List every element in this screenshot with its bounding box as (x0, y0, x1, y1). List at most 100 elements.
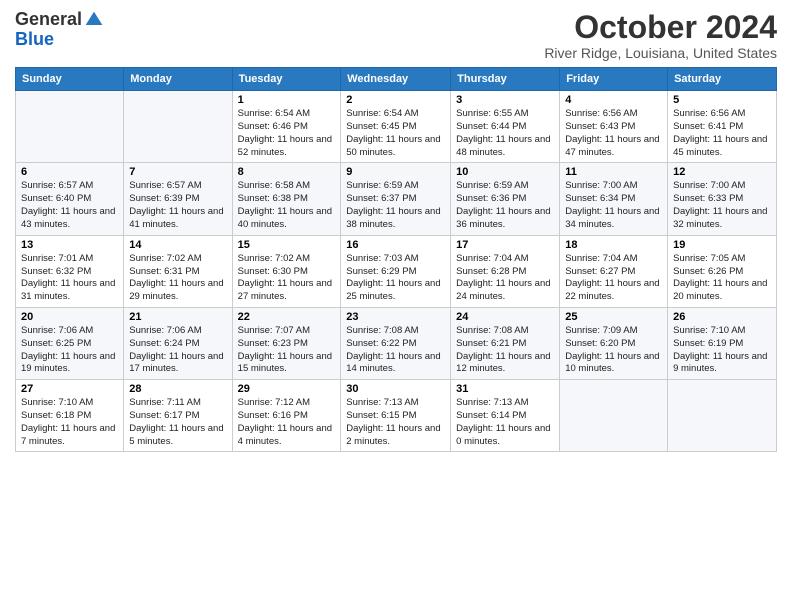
day-info: Sunrise: 6:58 AM Sunset: 6:38 PM Dayligh… (238, 180, 336, 231)
day-number: 13 (21, 239, 118, 251)
day-number: 6 (21, 166, 118, 178)
day-info: Sunrise: 7:10 AM Sunset: 6:18 PM Dayligh… (21, 397, 118, 448)
logo-general-text: General (15, 10, 82, 30)
calendar-day-header: Sunday (16, 68, 124, 91)
calendar-cell: 18Sunrise: 7:04 AM Sunset: 6:27 PM Dayli… (560, 235, 668, 307)
header: General Blue October 2024 River Ridge, L… (15, 10, 777, 61)
calendar-day-header: Wednesday (341, 68, 451, 91)
logo: General Blue (15, 10, 104, 50)
calendar-cell: 26Sunrise: 7:10 AM Sunset: 6:19 PM Dayli… (668, 307, 777, 379)
calendar-cell: 20 Sunrise: 7:06 AM Sunset: 6:25 PM Dayli… (16, 307, 124, 379)
calendar-cell: 22 Sunrise: 7:07 AM Sunset: 6:23 PM Dayli… (232, 307, 341, 379)
day-info: Sunrise: 7:10 AM Sunset: 6:19 PM Dayligh… (673, 325, 771, 376)
day-info: Sunrise: 6:56 AM Sunset: 6:41 PM Dayligh… (673, 108, 771, 159)
calendar-cell: 4Sunrise: 6:56 AM Sunset: 6:43 PM Daylig… (560, 91, 668, 163)
calendar-day-header: Thursday (451, 68, 560, 91)
day-number: 1 (238, 94, 336, 106)
calendar-table: SundayMondayTuesdayWednesdayThursdayFrid… (15, 67, 777, 452)
calendar-cell: 13 Sunrise: 7:01 AM Sunset: 6:32 PM Dayli… (16, 235, 124, 307)
calendar-cell: 25Sunrise: 7:09 AM Sunset: 6:20 PM Dayli… (560, 307, 668, 379)
day-number: 16 (346, 239, 445, 251)
calendar-cell (124, 91, 232, 163)
calendar-cell (16, 91, 124, 163)
day-number: 18 (565, 239, 662, 251)
day-info: Sunrise: 7:07 AM Sunset: 6:23 PM Dayligh… (238, 325, 336, 376)
calendar-cell: 5 Sunrise: 6:56 AM Sunset: 6:41 PM Daylig… (668, 91, 777, 163)
day-info: Sunrise: 7:04 AM Sunset: 6:28 PM Dayligh… (456, 253, 554, 304)
calendar-cell: 21 Sunrise: 7:06 AM Sunset: 6:24 PM Dayli… (124, 307, 232, 379)
day-number: 25 (565, 311, 662, 323)
day-info: Sunrise: 6:56 AM Sunset: 6:43 PM Dayligh… (565, 108, 662, 159)
day-number: 5 (673, 94, 771, 106)
day-number: 10 (456, 166, 554, 178)
day-info: Sunrise: 6:59 AM Sunset: 6:37 PM Dayligh… (346, 180, 445, 231)
day-number: 27 (21, 383, 118, 395)
calendar-cell: 29Sunrise: 7:12 AM Sunset: 6:16 PM Dayli… (232, 380, 341, 452)
calendar-day-header: Friday (560, 68, 668, 91)
day-number: 12 (673, 166, 771, 178)
calendar-cell: 11 Sunrise: 7:00 AM Sunset: 6:34 PM Dayli… (560, 163, 668, 235)
day-info: Sunrise: 6:57 AM Sunset: 6:39 PM Dayligh… (129, 180, 226, 231)
calendar-cell: 31 Sunrise: 7:13 AM Sunset: 6:14 PM Dayli… (451, 380, 560, 452)
day-number: 8 (238, 166, 336, 178)
month-title: October 2024 (544, 10, 777, 45)
day-info: Sunrise: 6:54 AM Sunset: 6:45 PM Dayligh… (346, 108, 445, 159)
day-info: Sunrise: 7:13 AM Sunset: 6:14 PM Dayligh… (456, 397, 554, 448)
calendar-day-header: Tuesday (232, 68, 341, 91)
day-info: Sunrise: 6:54 AM Sunset: 6:46 PM Dayligh… (238, 108, 336, 159)
calendar-cell: 24Sunrise: 7:08 AM Sunset: 6:21 PM Dayli… (451, 307, 560, 379)
calendar-header-row: SundayMondayTuesdayWednesdayThursdayFrid… (16, 68, 777, 91)
day-number: 21 (129, 311, 226, 323)
day-number: 17 (456, 239, 554, 251)
calendar-cell: 28Sunrise: 7:11 AM Sunset: 6:17 PM Dayli… (124, 380, 232, 452)
day-info: Sunrise: 7:13 AM Sunset: 6:15 PM Dayligh… (346, 397, 445, 448)
calendar-week-row: 6 Sunrise: 6:57 AM Sunset: 6:40 PM Daylig… (16, 163, 777, 235)
calendar-cell: 2Sunrise: 6:54 AM Sunset: 6:45 PM Daylig… (341, 91, 451, 163)
calendar-cell: 23 Sunrise: 7:08 AM Sunset: 6:22 PM Dayli… (341, 307, 451, 379)
calendar-cell: 19 Sunrise: 7:05 AM Sunset: 6:26 PM Dayli… (668, 235, 777, 307)
day-info: Sunrise: 7:02 AM Sunset: 6:30 PM Dayligh… (238, 253, 336, 304)
calendar-day-header: Monday (124, 68, 232, 91)
day-info: Sunrise: 7:02 AM Sunset: 6:31 PM Dayligh… (129, 253, 226, 304)
calendar-cell: 16 Sunrise: 7:03 AM Sunset: 6:29 PM Dayli… (341, 235, 451, 307)
calendar-cell (668, 380, 777, 452)
day-info: Sunrise: 6:57 AM Sunset: 6:40 PM Dayligh… (21, 180, 118, 231)
day-number: 19 (673, 239, 771, 251)
day-number: 31 (456, 383, 554, 395)
calendar-week-row: 1 Sunrise: 6:54 AM Sunset: 6:46 PM Daylig… (16, 91, 777, 163)
day-info: Sunrise: 6:59 AM Sunset: 6:36 PM Dayligh… (456, 180, 554, 231)
calendar-cell: 17 Sunrise: 7:04 AM Sunset: 6:28 PM Dayli… (451, 235, 560, 307)
day-info: Sunrise: 7:01 AM Sunset: 6:32 PM Dayligh… (21, 253, 118, 304)
day-number: 23 (346, 311, 445, 323)
calendar-cell: 30 Sunrise: 7:13 AM Sunset: 6:15 PM Dayli… (341, 380, 451, 452)
day-number: 15 (238, 239, 336, 251)
day-info: Sunrise: 7:06 AM Sunset: 6:24 PM Dayligh… (129, 325, 226, 376)
page: General Blue October 2024 River Ridge, L… (0, 0, 792, 612)
day-number: 11 (565, 166, 662, 178)
day-number: 14 (129, 239, 226, 251)
day-number: 20 (21, 311, 118, 323)
calendar-week-row: 27 Sunrise: 7:10 AM Sunset: 6:18 PM Dayli… (16, 380, 777, 452)
day-info: Sunrise: 7:06 AM Sunset: 6:25 PM Dayligh… (21, 325, 118, 376)
location: River Ridge, Louisiana, United States (544, 45, 777, 61)
day-number: 24 (456, 311, 554, 323)
day-number: 3 (456, 94, 554, 106)
day-number: 22 (238, 311, 336, 323)
calendar-cell: 1 Sunrise: 6:54 AM Sunset: 6:46 PM Daylig… (232, 91, 341, 163)
title-block: October 2024 River Ridge, Louisiana, Uni… (544, 10, 777, 61)
calendar-cell: 15 Sunrise: 7:02 AM Sunset: 6:30 PM Dayli… (232, 235, 341, 307)
calendar-day-header: Saturday (668, 68, 777, 91)
day-info: Sunrise: 7:00 AM Sunset: 6:34 PM Dayligh… (565, 180, 662, 231)
day-info: Sunrise: 7:12 AM Sunset: 6:16 PM Dayligh… (238, 397, 336, 448)
day-info: Sunrise: 7:05 AM Sunset: 6:26 PM Dayligh… (673, 253, 771, 304)
calendar-week-row: 13 Sunrise: 7:01 AM Sunset: 6:32 PM Dayli… (16, 235, 777, 307)
calendar-cell: 8 Sunrise: 6:58 AM Sunset: 6:38 PM Daylig… (232, 163, 341, 235)
day-number: 7 (129, 166, 226, 178)
logo-icon (84, 10, 104, 30)
calendar-cell: 14 Sunrise: 7:02 AM Sunset: 6:31 PM Dayli… (124, 235, 232, 307)
day-info: Sunrise: 7:08 AM Sunset: 6:22 PM Dayligh… (346, 325, 445, 376)
day-number: 30 (346, 383, 445, 395)
day-number: 9 (346, 166, 445, 178)
day-info: Sunrise: 7:03 AM Sunset: 6:29 PM Dayligh… (346, 253, 445, 304)
calendar-cell: 9 Sunrise: 6:59 AM Sunset: 6:37 PM Daylig… (341, 163, 451, 235)
